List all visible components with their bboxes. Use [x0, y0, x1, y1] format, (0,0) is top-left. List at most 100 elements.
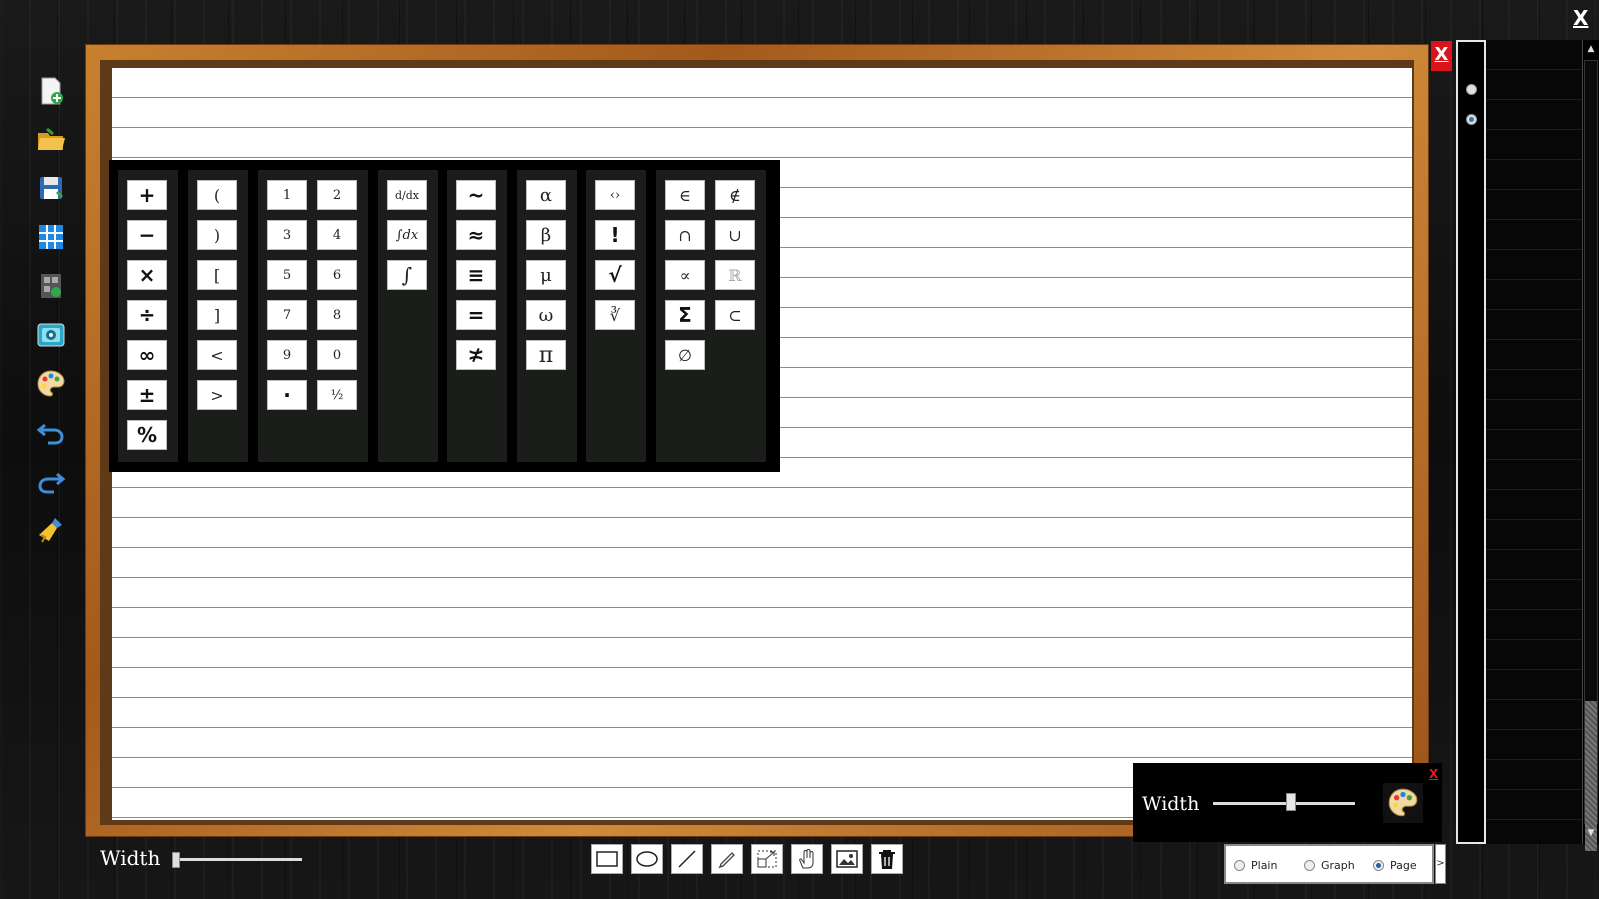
math-key-factorial[interactable]: !: [595, 220, 635, 250]
scroll-down-icon[interactable]: ▼: [1584, 826, 1598, 840]
pan-tool-button[interactable]: [791, 844, 823, 874]
delete-button[interactable]: [871, 844, 903, 874]
resize-icon: [757, 850, 777, 868]
math-key-1[interactable]: 1: [267, 180, 307, 210]
undo-button[interactable]: [30, 412, 72, 454]
math-key-less-than[interactable]: <: [197, 340, 237, 370]
math-key-mu[interactable]: μ: [526, 260, 566, 290]
calculator-icon: [41, 274, 61, 298]
radio-plain[interactable]: [1234, 860, 1245, 871]
math-key-multiply[interactable]: ×: [127, 260, 167, 290]
math-key-pi[interactable]: π: [526, 340, 566, 370]
math-key-6[interactable]: 6: [317, 260, 357, 290]
math-key-sqrt[interactable]: √: [595, 260, 635, 290]
math-key-plus-minus[interactable]: ±: [127, 380, 167, 410]
undo-icon: [36, 423, 64, 445]
math-key-approx[interactable]: ≈: [456, 220, 496, 250]
line-tool-button[interactable]: [671, 844, 703, 874]
math-key-beta[interactable]: β: [526, 220, 566, 250]
width-label: Width: [100, 846, 161, 870]
pen-icon: [718, 852, 735, 869]
math-key-percent[interactable]: %: [127, 420, 167, 450]
scroll-up-icon[interactable]: ▲: [1584, 42, 1598, 56]
math-key-greater-than[interactable]: >: [197, 380, 237, 410]
math-key-close-paren[interactable]: ): [197, 220, 237, 250]
math-key-minus[interactable]: −: [127, 220, 167, 250]
redo-button[interactable]: [30, 461, 72, 503]
math-key-integral[interactable]: ∫: [387, 260, 427, 290]
math-key-subset[interactable]: ⊂: [715, 300, 755, 330]
math-key-equivalent[interactable]: ≡: [456, 260, 496, 290]
open-button[interactable]: [30, 118, 72, 160]
math-key-7[interactable]: 7: [267, 300, 307, 330]
app-close-button[interactable]: X: [1573, 6, 1591, 30]
math-key-derivative[interactable]: d/dx: [387, 180, 427, 210]
page-preview-panel: [1486, 40, 1582, 844]
rectangle-tool-button[interactable]: [591, 844, 623, 874]
math-key-alpha[interactable]: α: [526, 180, 566, 210]
background-type-selector: Plain Graph Page: [1224, 844, 1434, 884]
math-key-nth-root[interactable]: ∛: [595, 300, 635, 330]
pen-color-button[interactable]: [1383, 783, 1423, 823]
math-key-empty-set[interactable]: ∅: [665, 340, 705, 370]
grid-button[interactable]: [30, 216, 72, 258]
math-key-divide[interactable]: ÷: [127, 300, 167, 330]
math-key-proportional[interactable]: ∝: [665, 260, 705, 290]
ellipse-tool-button[interactable]: [631, 844, 663, 874]
width-slider-track[interactable]: [172, 858, 302, 861]
math-key-3[interactable]: 3: [267, 220, 307, 250]
math-key-close-bracket[interactable]: ]: [197, 300, 237, 330]
page-1-selector[interactable]: [1466, 84, 1477, 95]
math-key-not-equivalent[interactable]: ≭: [456, 340, 496, 370]
pen-width-slider-track[interactable]: [1213, 802, 1355, 805]
math-key-sigma[interactable]: Σ: [665, 300, 705, 330]
insert-image-button[interactable]: [831, 844, 863, 874]
math-key-9[interactable]: 9: [267, 340, 307, 370]
scroll-track[interactable]: [1584, 60, 1598, 851]
page-2-selector[interactable]: [1466, 114, 1477, 125]
math-key-decimal[interactable]: ·: [267, 380, 307, 410]
bg-next-button[interactable]: >: [1435, 844, 1446, 884]
pen-popup-close-button[interactable]: X: [1429, 767, 1441, 781]
math-key-0[interactable]: 0: [317, 340, 357, 370]
math-key-equals[interactable]: =: [456, 300, 496, 330]
math-key-open-paren[interactable]: (: [197, 180, 237, 210]
bg-option-graph[interactable]: Graph: [1304, 859, 1355, 872]
calculator-button[interactable]: [30, 265, 72, 307]
resize-tool-button[interactable]: [751, 844, 783, 874]
width-slider-thumb[interactable]: [172, 852, 180, 868]
math-key-reals[interactable]: ℝ: [715, 260, 755, 290]
math-key-integral-dx[interactable]: ∫dx: [387, 220, 427, 250]
page-scrollbar[interactable]: ▲ ▼: [1582, 40, 1599, 851]
clear-button[interactable]: [30, 510, 72, 552]
math-key-plus[interactable]: +: [127, 180, 167, 210]
math-key-4[interactable]: 4: [317, 220, 357, 250]
bg-option-plain[interactable]: Plain: [1234, 859, 1277, 872]
radio-graph[interactable]: [1304, 860, 1315, 871]
bg-option-page[interactable]: Page: [1373, 859, 1417, 872]
new-page-button[interactable]: [30, 70, 72, 112]
math-key-element-of[interactable]: ∈: [665, 180, 705, 210]
math-key-open-bracket[interactable]: [: [197, 260, 237, 290]
palette-button[interactable]: [30, 363, 72, 405]
math-key-omega[interactable]: ω: [526, 300, 566, 330]
radio-page[interactable]: [1373, 860, 1384, 871]
grid-icon: [39, 225, 63, 249]
math-key-2[interactable]: 2: [317, 180, 357, 210]
math-key-8[interactable]: 8: [317, 300, 357, 330]
math-key-half[interactable]: ½: [317, 380, 357, 410]
pen-width-slider-thumb[interactable]: [1285, 793, 1296, 811]
math-key-intersection[interactable]: ∩: [665, 220, 705, 250]
math-key-infinity[interactable]: ∞: [127, 340, 167, 370]
board-close-button[interactable]: X: [1431, 41, 1452, 71]
bg-option-page-label: Page: [1390, 859, 1417, 872]
palette-icon: [1388, 788, 1418, 817]
screenshot-button[interactable]: [30, 314, 72, 356]
math-key-5[interactable]: 5: [267, 260, 307, 290]
math-key-angle-brackets[interactable]: ‹›: [595, 180, 635, 210]
math-key-union[interactable]: ∪: [715, 220, 755, 250]
math-key-tilde[interactable]: ~: [456, 180, 496, 210]
save-button[interactable]: [30, 167, 72, 209]
pen-tool-button[interactable]: [711, 844, 743, 874]
math-key-not-element-of[interactable]: ∉: [715, 180, 755, 210]
